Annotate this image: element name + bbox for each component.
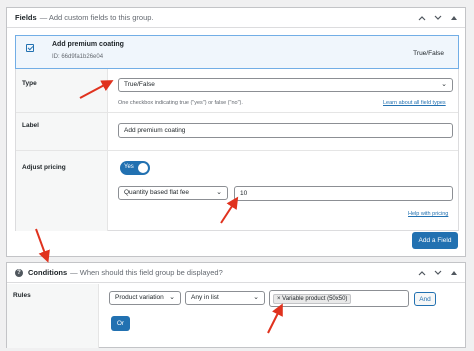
red-arrow-icon — [220, 196, 239, 224]
red-arrow-icon — [35, 228, 50, 263]
annotation-arrows — [35, 80, 283, 334]
red-arrow-icon — [79, 80, 114, 99]
red-arrow-icon — [267, 303, 283, 334]
